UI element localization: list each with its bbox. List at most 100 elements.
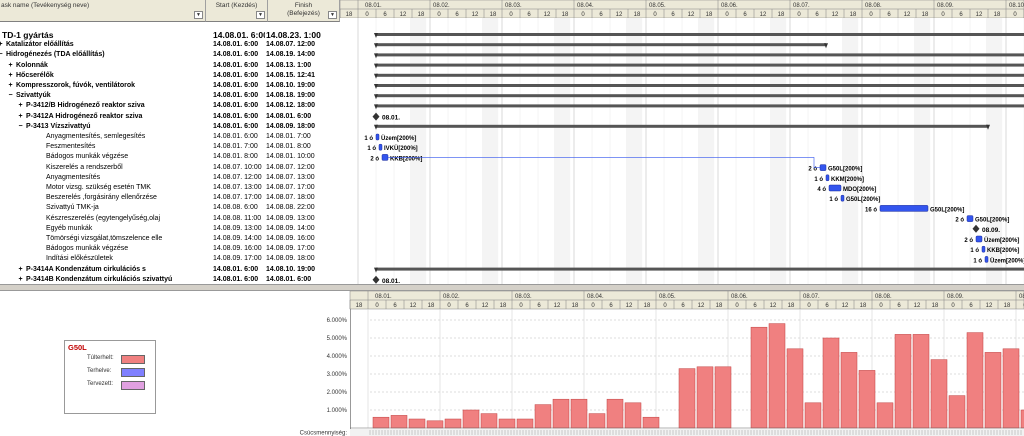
view-splitter[interactable] [0, 284, 1024, 291]
summary-bar[interactable] [376, 63, 1024, 67]
summary-bar[interactable] [376, 94, 1024, 98]
task-bar[interactable] [825, 174, 830, 182]
task-bar[interactable] [879, 205, 929, 212]
outline-toggle-icon[interactable]: + [17, 266, 24, 273]
filter-dropdown-icon[interactable]: ▼ [194, 11, 203, 19]
summary-bar[interactable] [376, 124, 988, 128]
outline-toggle-icon[interactable]: − [0, 51, 4, 58]
resource-bar[interactable] [372, 416, 390, 429]
task-bar[interactable] [966, 215, 974, 222]
task-row[interactable]: Készreszerelés (egytengelyűség,olaj 14.08… [0, 214, 340, 224]
resource-bar[interactable] [768, 323, 786, 429]
resource-bar[interactable] [948, 395, 966, 429]
resource-graph[interactable]: 08.01. 08.02. 08.03. 08.04. 08.05. 08.06. 08.0… [0, 291, 1024, 436]
resource-bar[interactable] [750, 326, 768, 429]
resource-bar[interactable] [516, 418, 534, 429]
task-row[interactable]: Anyagmentesítés 14.08.07. 12:00 14.08.07. … [0, 173, 340, 183]
summary-bar[interactable] [376, 267, 1024, 271]
summary-bar[interactable] [376, 43, 826, 47]
task-row[interactable]: + Katalizátor előállítás 14.08.01. 6:00 14.… [0, 40, 340, 50]
resource-bar[interactable] [714, 366, 732, 429]
resource-bar[interactable] [876, 402, 894, 429]
resource-bar[interactable] [462, 409, 480, 429]
task-row[interactable]: − P-3413 Vízszivattyú 14.08.01. 6:00 14.08.… [0, 122, 340, 132]
task-bar[interactable] [375, 133, 380, 141]
task-row[interactable]: Feszmentesítés 14.08.01. 7:00 14.08.01. 8:… [0, 142, 340, 152]
resource-bar[interactable] [822, 337, 840, 429]
resource-bar[interactable] [534, 404, 552, 429]
resource-bar[interactable] [570, 398, 588, 429]
resource-bar[interactable] [840, 352, 858, 429]
resource-bar[interactable] [678, 368, 696, 429]
task-row[interactable]: TD-1 gyártás 14.08.01. 6:00 14.08.23. 1:00 [0, 30, 340, 40]
task-row[interactable]: + Kompresszorok, fúvók, ventilátorok 14.08… [0, 81, 340, 91]
resource-bar[interactable] [912, 334, 930, 429]
summary-bar[interactable] [376, 53, 1024, 57]
summary-bar[interactable] [376, 104, 1024, 108]
resource-bar[interactable] [588, 413, 606, 429]
task-row[interactable]: + P-3412A Hidrogénező reaktor sziva 14.08.… [0, 112, 340, 122]
task-row[interactable]: + Kolonnák 14.08.01. 6:00 14.08.13. 1:00 [0, 61, 340, 71]
resource-bar[interactable] [786, 348, 804, 429]
summary-bar[interactable] [376, 73, 1024, 77]
task-bar[interactable] [984, 256, 989, 263]
resource-bar[interactable] [642, 416, 660, 429]
task-row[interactable]: − Hidrogénezés (TDA előállítás) 14.08.01. … [0, 50, 340, 60]
outline-toggle-icon[interactable]: + [0, 41, 4, 48]
task-row[interactable]: Anyagmentesítés, semlegesítés 14.08.01. 6… [0, 132, 340, 142]
resource-bar[interactable] [408, 418, 426, 429]
task-row[interactable]: Beszerelés ,forgásirány ellenőrzése 14.08… [0, 193, 340, 203]
filter-dropdown-icon[interactable]: ▼ [256, 11, 265, 19]
resource-bar[interactable] [498, 418, 516, 429]
resource-bar[interactable] [624, 402, 642, 429]
resource-bar[interactable] [966, 332, 984, 429]
resource-bar[interactable] [984, 352, 1002, 429]
summary-bar[interactable] [376, 33, 1024, 36]
resource-bar[interactable] [930, 359, 948, 429]
resource-bar[interactable] [444, 418, 462, 429]
resource-bar[interactable] [480, 413, 498, 429]
task-row[interactable]: + Hőcserélők 14.08.01. 6:00 14.08.15. 12:41 [0, 71, 340, 81]
outline-toggle-icon[interactable]: + [7, 72, 14, 79]
outline-toggle-icon[interactable]: + [7, 82, 14, 89]
column-header-finish[interactable]: Finish (Befejezés) ▼ [268, 0, 340, 22]
task-bar[interactable] [378, 143, 383, 151]
task-row[interactable]: Motor vizsg. szükség esetén TMK 14.08.07.… [0, 183, 340, 193]
resource-bar[interactable] [1002, 348, 1020, 429]
resource-bar[interactable] [858, 370, 876, 429]
summary-bar[interactable] [376, 84, 1024, 87]
task-row[interactable]: Indítási előkészületek 14.08.09. 17:00 14.… [0, 254, 340, 264]
column-header-start[interactable]: Start (Kezdés) ▼ [206, 0, 268, 22]
task-row[interactable]: + P-3414A Kondenzátum cirkulációs s 14.08.… [0, 265, 340, 275]
resource-bar[interactable] [894, 334, 912, 429]
column-header-task-name[interactable]: ask name (Tevékenység neve) ▼ [0, 0, 206, 22]
task-row[interactable]: − Szivattyúk 14.08.01. 6:00 14.08.18. 19:00 [0, 91, 340, 101]
task-bar[interactable] [840, 194, 845, 202]
outline-toggle-icon[interactable]: + [17, 113, 24, 120]
outline-toggle-icon[interactable]: + [7, 62, 14, 69]
task-bar[interactable] [381, 154, 389, 161]
task-row[interactable]: Bádogos munkák végzése 14.08.09. 16:00 14.… [0, 244, 340, 254]
outline-toggle-icon[interactable]: − [17, 123, 24, 130]
outline-toggle-icon[interactable]: − [7, 92, 14, 99]
resource-bar[interactable] [426, 420, 444, 429]
task-row[interactable]: Bádogos munkák végzése 14.08.01. 8:00 14.0… [0, 152, 340, 162]
task-bar[interactable] [819, 164, 827, 171]
outline-toggle-icon[interactable]: + [17, 102, 24, 109]
resource-bar[interactable] [390, 415, 408, 429]
task-row[interactable]: Egyéb munkák 14.08.09. 13:00 14.08.09. 14:… [0, 224, 340, 234]
resource-bar[interactable] [804, 402, 822, 429]
task-row[interactable]: + P-3412/B Hidrogénező reaktor sziva 14.08… [0, 101, 340, 111]
task-bar[interactable] [975, 235, 983, 243]
task-row[interactable]: Kiszerelés a rendszerből 14.08.07. 10:00 1… [0, 163, 340, 173]
outline-toggle-icon[interactable]: + [17, 276, 24, 283]
task-row[interactable]: Szivattyú TMK-ja 14.08.08. 6:00 14.08.08. … [0, 203, 340, 213]
resource-bar[interactable] [552, 398, 570, 429]
resource-bar[interactable] [606, 398, 624, 429]
task-bar[interactable] [828, 184, 842, 192]
resource-bar[interactable] [696, 366, 714, 429]
filter-dropdown-icon[interactable]: ▼ [328, 11, 337, 19]
task-row[interactable]: Tömörségi vizsgálat,tömszelence elle 14.0… [0, 234, 340, 244]
gantt-chart[interactable]: 08.01. 08.02. 08.03. 08.04. 08.05. 08.06. 08.0… [340, 0, 1024, 290]
task-bar[interactable] [981, 245, 986, 253]
